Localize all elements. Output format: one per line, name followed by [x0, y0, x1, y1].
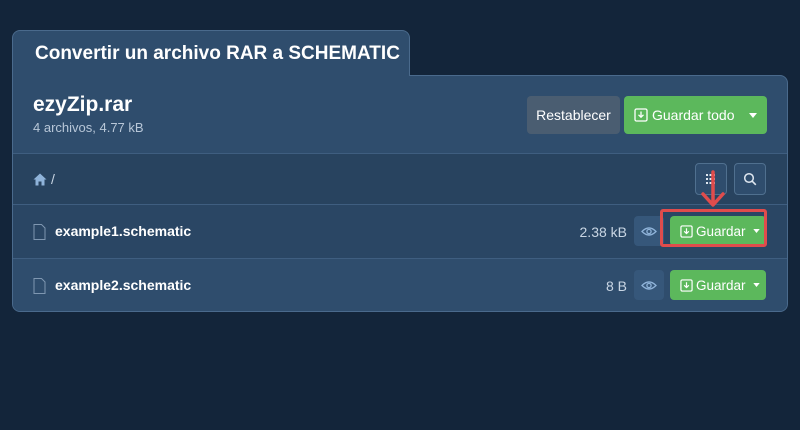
file-row: example2.schematic 8 B Guardar: [13, 258, 787, 311]
archive-panel: ezyZip.rar 4 archivos, 4.77 kB Restablec…: [12, 75, 788, 312]
reset-button[interactable]: Restablecer: [527, 96, 620, 134]
archive-meta: 4 archivos, 4.77 kB: [33, 120, 144, 135]
save-all-button[interactable]: Guardar todo: [624, 107, 739, 123]
search-icon: [743, 172, 757, 186]
file-name: example2.schematic: [55, 277, 192, 293]
eye-icon: [641, 226, 657, 236]
file-size: 8 B: [605, 278, 627, 294]
file-icon: [33, 278, 46, 294]
file-icon: [33, 224, 46, 240]
file-name: example1.schematic: [55, 223, 192, 239]
save-all-dropdown-toggle[interactable]: [739, 112, 767, 118]
save-all-label: Guardar todo: [652, 107, 735, 123]
save-button-group[interactable]: Guardar: [670, 270, 766, 300]
file-toolbar: /: [13, 153, 787, 204]
file-size: 2.38 kB: [579, 224, 627, 240]
archive-name: ezyZip.rar: [33, 93, 133, 116]
page-title-tab: Convertir un archivo RAR a SCHEMATIC: [12, 30, 410, 76]
eye-icon: [641, 280, 657, 290]
save-button-label: Guardar: [696, 277, 746, 293]
save-all-button-group[interactable]: Guardar todo: [624, 96, 767, 134]
breadcrumb: /: [33, 171, 55, 187]
search-button[interactable]: [734, 163, 766, 195]
home-icon[interactable]: [33, 173, 47, 186]
caret-down-icon: [749, 112, 757, 118]
highlight-box: [660, 209, 767, 247]
page-title: Convertir un archivo RAR a SCHEMATIC: [35, 42, 400, 64]
archive-header: ezyZip.rar 4 archivos, 4.77 kB Restablec…: [13, 76, 787, 153]
preview-button[interactable]: [634, 270, 664, 300]
download-icon: [680, 278, 693, 292]
arrow-down-annotation-icon: [701, 170, 725, 207]
caret-down-icon: [752, 283, 760, 287]
breadcrumb-separator: /: [51, 171, 55, 187]
reset-button-label: Restablecer: [536, 107, 611, 123]
save-button[interactable]: Guardar: [670, 278, 746, 293]
download-icon: [634, 108, 648, 122]
save-dropdown-toggle[interactable]: [746, 283, 766, 287]
